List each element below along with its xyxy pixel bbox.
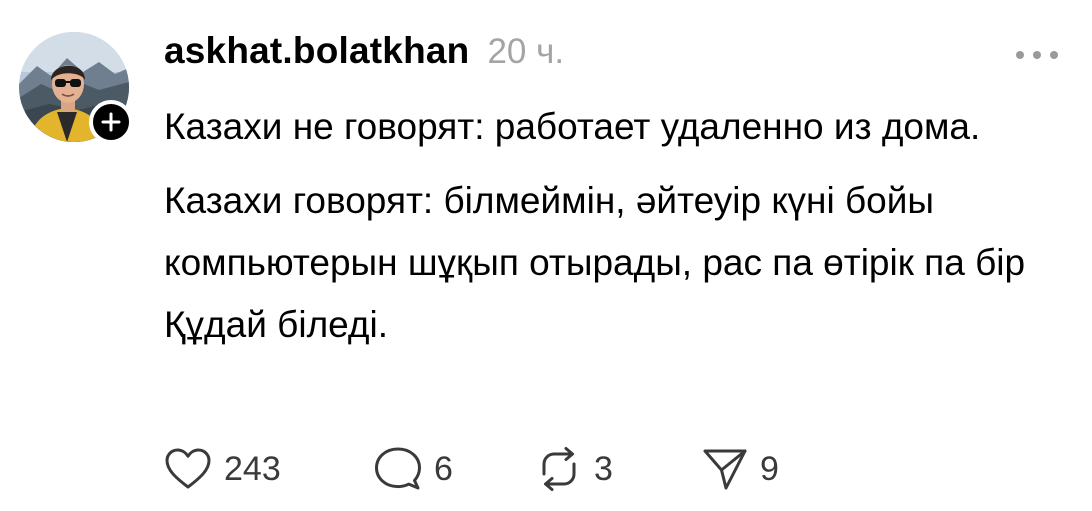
- reply-button[interactable]: 6: [374, 446, 536, 492]
- thread-post: askhat.bolatkhan 20 ч. Казахи не говорят…: [0, 0, 1092, 511]
- post-actions: 243 6 3 9: [164, 444, 779, 494]
- follow-button[interactable]: [89, 100, 133, 144]
- like-count: 243: [224, 449, 281, 488]
- post-paragraph: Казахи не говорят: работает удаленно из …: [164, 106, 981, 147]
- reply-count: 6: [434, 449, 453, 488]
- more-dots-icon: [1016, 51, 1024, 59]
- post-timestamp: 20 ч.: [487, 32, 565, 71]
- post-body: Казахи не говорят: работает удаленно из …: [164, 96, 1064, 356]
- like-button[interactable]: 243: [164, 447, 374, 491]
- send-icon: [703, 449, 747, 490]
- plus-icon: [101, 112, 121, 132]
- comment-bubble-icon: [375, 447, 421, 490]
- username-link[interactable]: askhat.bolatkhan: [164, 30, 469, 72]
- post-header: askhat.bolatkhan 20 ч.: [164, 30, 564, 82]
- avatar-container: [19, 32, 133, 144]
- post-paragraph: Казахи говорят: білмеймін, әйтеуір күні …: [164, 180, 1026, 345]
- heart-icon: [165, 448, 211, 489]
- repost-count: 3: [594, 449, 613, 488]
- share-count: 9: [760, 449, 779, 488]
- repost-button[interactable]: 3: [536, 446, 702, 492]
- more-options-button[interactable]: [1012, 43, 1062, 67]
- more-dots-icon: [1033, 51, 1041, 59]
- repost-arrows-icon: [542, 447, 576, 491]
- more-dots-icon: [1050, 51, 1058, 59]
- share-button[interactable]: 9: [702, 446, 779, 492]
